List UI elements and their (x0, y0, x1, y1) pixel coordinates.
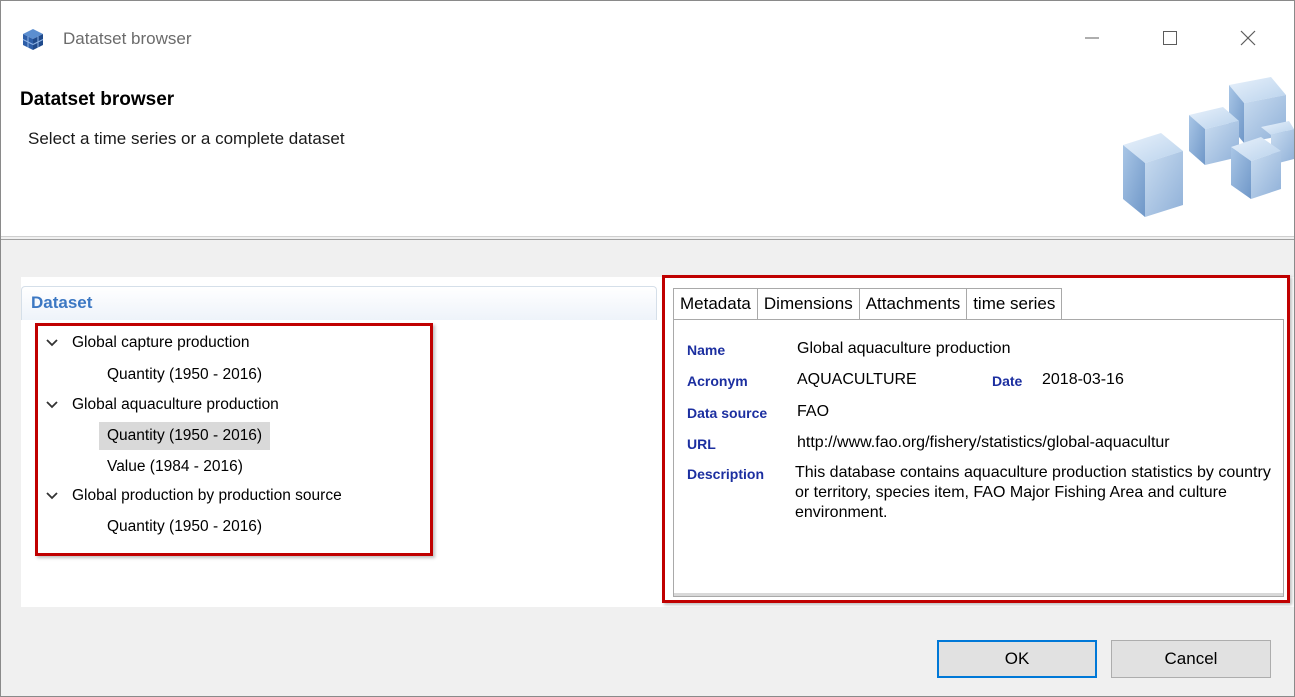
metadata-tab-body: Name Global aquaculture production Acron… (673, 319, 1284, 597)
chevron-down-icon (46, 339, 58, 347)
ok-button[interactable]: OK (937, 640, 1097, 678)
dataset-section-header: Dataset (21, 286, 657, 320)
title-bar: Datatset browser (1, 1, 1294, 77)
description-value: This database contains aquaculture produ… (795, 464, 1271, 521)
date-value: 2018-03-16 (1042, 371, 1124, 388)
cubes-banner-icon (1123, 77, 1294, 217)
dataset-section-title: Dataset (31, 293, 93, 312)
details-tabs: Metadata Dimensions Attachments time ser… (673, 288, 1063, 320)
maximize-icon (1163, 31, 1177, 45)
dialog-header: Datatset browser Select a time series or… (1, 77, 1294, 237)
date-label: Date (992, 373, 1023, 389)
minimize-button[interactable] (1069, 15, 1115, 61)
tree-node-label: Global aquaculture production (72, 396, 279, 413)
tree-leaf-aquaculture-value[interactable]: Value (1984 - 2016) (99, 453, 251, 481)
header-subtitle: Select a time series or a complete datas… (28, 129, 345, 148)
name-value: Global aquaculture production (797, 340, 1011, 357)
url-value[interactable]: http://www.fao.org/fishery/statistics/gl… (797, 434, 1170, 452)
tree-leaf-capture-quantity[interactable]: Quantity (1950 - 2016) (99, 361, 270, 389)
metadata-container: Metadata Dimensions Attachments time ser… (662, 275, 1290, 603)
tree-node-global-aquaculture-production[interactable]: Global aquaculture production (38, 392, 418, 418)
chevron-down-icon (46, 401, 58, 409)
description-label: Description (687, 466, 765, 482)
close-icon (1240, 30, 1256, 46)
name-label: Name (687, 342, 726, 358)
dataset-tree[interactable]: Global capture production Quantity (1950… (35, 323, 433, 556)
tree-node-label: Global capture production (72, 334, 250, 351)
tree-leaf-aquaculture-quantity[interactable]: Quantity (1950 - 2016) (99, 422, 271, 450)
tab-dimensions[interactable]: Dimensions (756, 288, 860, 320)
maximize-button[interactable] (1147, 15, 1193, 61)
tree-node-label: Global production by production source (72, 487, 342, 504)
data-source-value: FAO (797, 403, 830, 420)
minimize-icon (1085, 37, 1099, 39)
data-source-label: Data source (687, 405, 768, 421)
cancel-button[interactable]: Cancel (1111, 640, 1271, 678)
close-button[interactable] (1225, 15, 1271, 61)
cube-app-icon (22, 29, 44, 50)
header-title: Datatset browser (20, 89, 175, 110)
url-label: URL (687, 436, 716, 452)
tab-metadata[interactable]: Metadata (673, 288, 758, 320)
window-title: Datatset browser (63, 29, 192, 48)
acronym-label: Acronym (687, 373, 748, 389)
tree-leaf-production-quantity[interactable]: Quantity (1950 - 2016) (99, 513, 270, 541)
tab-time-series[interactable]: time series (966, 288, 1063, 320)
tree-node-global-production-by-source[interactable]: Global production by production source (38, 483, 418, 509)
dataset-browser-window: Datatset browser Datatset browser Select… (0, 0, 1295, 697)
acronym-value: AQUACULTURE (797, 371, 917, 388)
tree-node-global-capture-production[interactable]: Global capture production (38, 330, 418, 356)
tab-attachments[interactable]: Attachments (858, 288, 968, 320)
chevron-down-icon (46, 492, 58, 500)
